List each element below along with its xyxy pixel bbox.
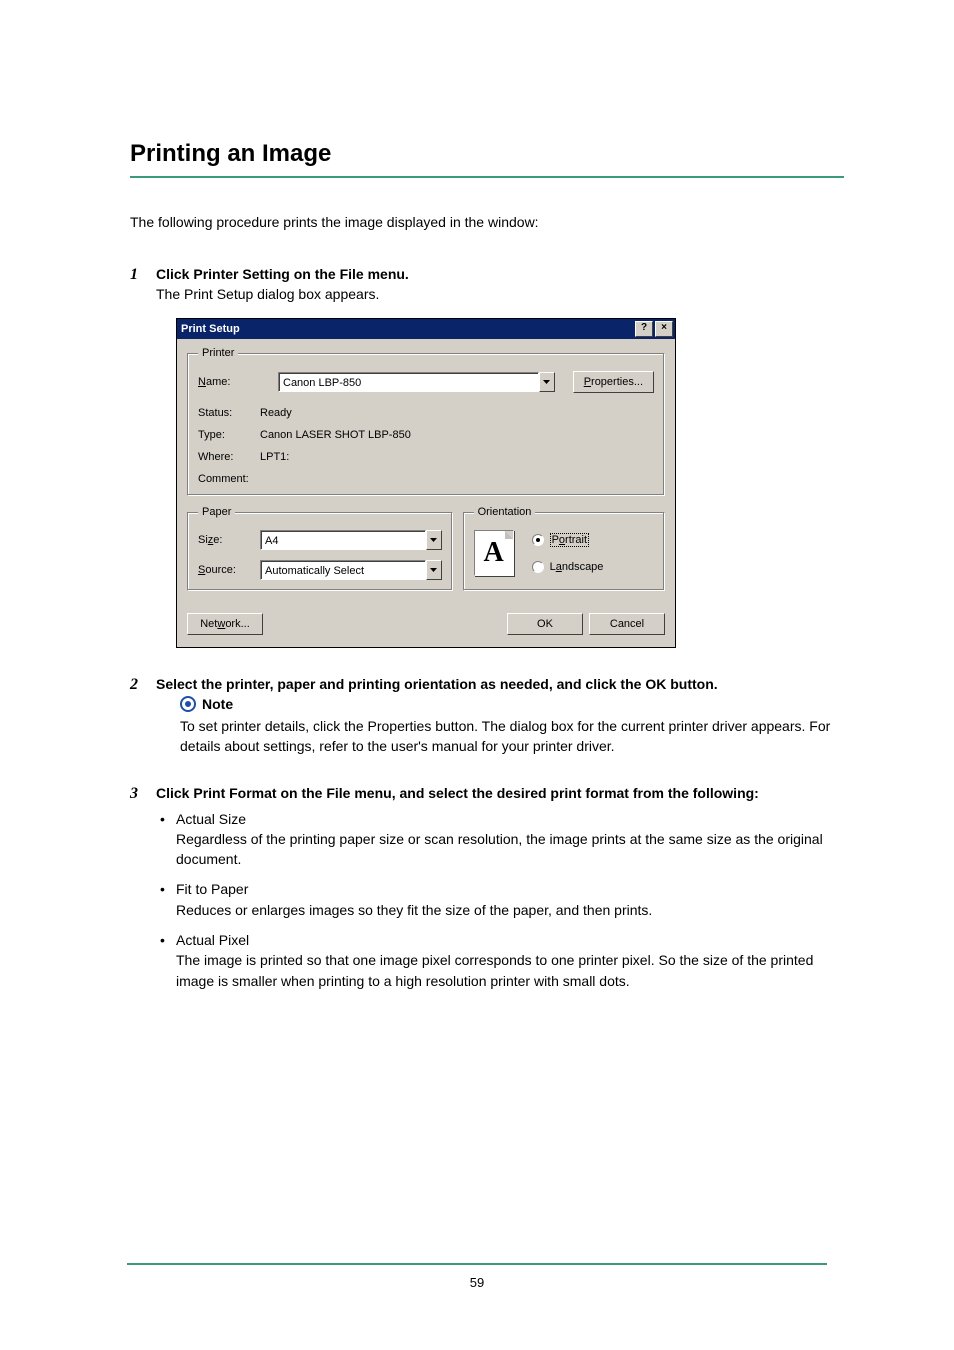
- format-name: Actual Pixel: [176, 930, 844, 950]
- step-1-title: Click Printer Setting on the File menu.: [156, 266, 844, 282]
- dialog-footer: Network... OK Cancel: [187, 613, 665, 635]
- printer-type-row: Type: Canon LASER SHOT LBP-850: [198, 429, 654, 441]
- paper-size-value: A4: [260, 530, 426, 550]
- printer-name-label: Name:: [198, 376, 260, 388]
- step-2: Select the printer, paper and printing o…: [130, 676, 844, 757]
- portrait-label: Portrait: [550, 533, 589, 547]
- format-desc: Reduces or enlarges images so they fit t…: [176, 900, 844, 920]
- print-formats-list: Actual Size Regardless of the printing p…: [160, 809, 844, 991]
- note-icon: [180, 696, 196, 712]
- orientation-group: Orientation A Portrait: [463, 506, 665, 591]
- dropdown-arrow-icon[interactable]: [426, 560, 442, 580]
- status-value: Ready: [260, 407, 654, 419]
- paper-size-combo[interactable]: A4: [260, 530, 442, 550]
- where-label: Where:: [198, 451, 260, 463]
- format-fit-to-paper: Fit to Paper Reduces or enlarges images …: [160, 879, 844, 920]
- portrait-radio[interactable]: Portrait: [532, 533, 604, 547]
- dialog-titlebar[interactable]: Print Setup ? ×: [177, 319, 675, 339]
- steps-list: Click Printer Setting on the File menu. …: [130, 266, 844, 991]
- landscape-label: Landscape: [550, 561, 604, 573]
- paper-size-label: Size:: [198, 534, 260, 546]
- radio-icon: [532, 561, 544, 573]
- orientation-preview-icon: A: [474, 530, 514, 576]
- paper-group: Paper Size: A4: [187, 506, 453, 591]
- printer-name-combo[interactable]: Canon LBP-850: [278, 372, 555, 392]
- step-1-body: The Print Setup dialog box appears.: [156, 286, 844, 302]
- comment-label: Comment:: [198, 473, 249, 485]
- note-block: Note To set printer details, click the P…: [180, 696, 844, 757]
- page-footer: 59: [0, 1263, 954, 1290]
- lower-groups: Paper Size: A4: [187, 506, 665, 601]
- printer-group: Printer Name: Canon LBP-850 Properties..…: [187, 347, 665, 496]
- note-heading-text: Note: [202, 696, 233, 712]
- footer-rule: [127, 1263, 827, 1265]
- note-body: To set printer details, click the Proper…: [180, 716, 844, 757]
- format-actual-size: Actual Size Regardless of the printing p…: [160, 809, 844, 870]
- page: Printing an Image The following procedur…: [0, 0, 954, 1350]
- paper-source-combo[interactable]: Automatically Select: [260, 560, 442, 580]
- paper-source-label: Source:: [198, 564, 260, 576]
- close-button[interactable]: ×: [655, 321, 673, 337]
- titlebar-buttons: ? ×: [633, 321, 673, 337]
- format-name: Actual Size: [176, 809, 844, 829]
- format-actual-pixel: Actual Pixel The image is printed so tha…: [160, 930, 844, 991]
- page-title: Printing an Image: [130, 140, 844, 168]
- paper-legend: Paper: [198, 506, 235, 518]
- format-desc: The image is printed so that one image p…: [176, 950, 844, 991]
- dialog-body: Printer Name: Canon LBP-850 Properties..…: [177, 339, 675, 647]
- type-label: Type:: [198, 429, 260, 441]
- dropdown-arrow-icon[interactable]: [426, 530, 442, 550]
- type-value: Canon LASER SHOT LBP-850: [260, 429, 654, 441]
- ok-button[interactable]: OK: [507, 613, 583, 635]
- print-setup-dialog: Print Setup ? × Printer Name: Canon LBP-…: [176, 318, 676, 648]
- printer-comment-row: Comment:: [198, 473, 654, 485]
- status-label: Status:: [198, 407, 260, 419]
- paper-size-row: Size: A4: [198, 530, 442, 550]
- step-3-title: Click Print Format on the File menu, and…: [156, 785, 844, 801]
- radio-icon: [532, 534, 544, 546]
- section-rule: [130, 176, 844, 178]
- orientation-radios: Portrait Landscape: [532, 533, 604, 573]
- step-3: Click Print Format on the File menu, and…: [130, 785, 844, 991]
- printer-name-row: Name: Canon LBP-850 Properties...: [198, 371, 654, 393]
- note-heading: Note: [180, 696, 844, 712]
- printer-name-value: Canon LBP-850: [278, 372, 539, 392]
- where-value: LPT1:: [260, 451, 654, 463]
- printer-where-row: Where: LPT1:: [198, 451, 654, 463]
- orientation-row: A Portrait Landscape: [474, 530, 654, 576]
- format-desc: Regardless of the printing paper size or…: [176, 829, 844, 870]
- step-2-title: Select the printer, paper and printing o…: [156, 676, 844, 692]
- help-button[interactable]: ?: [635, 321, 653, 337]
- paper-source-row: Source: Automatically Select: [198, 560, 442, 580]
- dropdown-arrow-icon[interactable]: [539, 372, 555, 392]
- cancel-button[interactable]: Cancel: [589, 613, 665, 635]
- intro-text: The following procedure prints the image…: [130, 214, 844, 230]
- printer-status-row: Status: Ready: [198, 407, 654, 419]
- step-1: Click Printer Setting on the File menu. …: [130, 266, 844, 648]
- orientation-legend: Orientation: [474, 506, 536, 518]
- printer-legend: Printer: [198, 347, 238, 359]
- network-button[interactable]: Network...: [187, 613, 263, 635]
- dialog-title: Print Setup: [181, 323, 240, 335]
- paper-source-value: Automatically Select: [260, 560, 426, 580]
- landscape-radio[interactable]: Landscape: [532, 561, 604, 573]
- properties-button[interactable]: Properties...: [573, 371, 654, 393]
- page-number: 59: [0, 1275, 954, 1290]
- format-name: Fit to Paper: [176, 879, 844, 899]
